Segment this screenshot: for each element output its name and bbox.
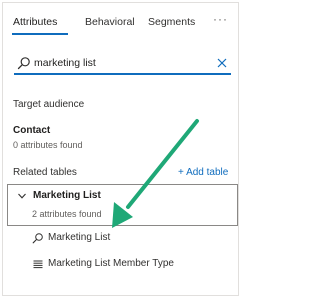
table-name: Marketing List [33,190,101,201]
target-audience-heading: Target audience [13,99,85,110]
table-attribute-count: 2 attributes found [32,209,102,219]
attribute-label: Marketing List Member Type [48,258,174,269]
search-box [14,53,231,75]
list-icon [33,260,43,269]
chevron-down-icon[interactable] [17,191,27,201]
close-icon[interactable] [216,57,228,69]
attribute-panel: Attributes Behavioral Segments ··· Targe… [2,2,239,296]
search-input[interactable] [34,54,204,72]
marketing-list-table-card[interactable]: Marketing List 2 attributes found [7,184,238,226]
contact-entity-label: Contact [13,125,51,136]
attribute-label: Marketing List [48,232,111,243]
more-tabs-button[interactable]: ··· [213,12,228,26]
attribute-item-marketing-list[interactable]: Marketing List [3,229,240,249]
tab-behavioral[interactable]: Behavioral [85,16,135,28]
add-table-link[interactable]: + Add table [178,167,228,178]
tab-bar: Attributes Behavioral Segments ··· [3,3,238,37]
contact-attribute-count: 0 attributes found [13,140,83,150]
tab-segments[interactable]: Segments [148,16,195,28]
related-tables-heading: Related tables [13,167,77,178]
tab-attributes[interactable]: Attributes [13,16,57,28]
active-tab-indicator [12,33,68,35]
search-icon [17,57,30,70]
search-icon [32,233,43,244]
attribute-item-marketing-list-member-type[interactable]: Marketing List Member Type [3,255,240,275]
